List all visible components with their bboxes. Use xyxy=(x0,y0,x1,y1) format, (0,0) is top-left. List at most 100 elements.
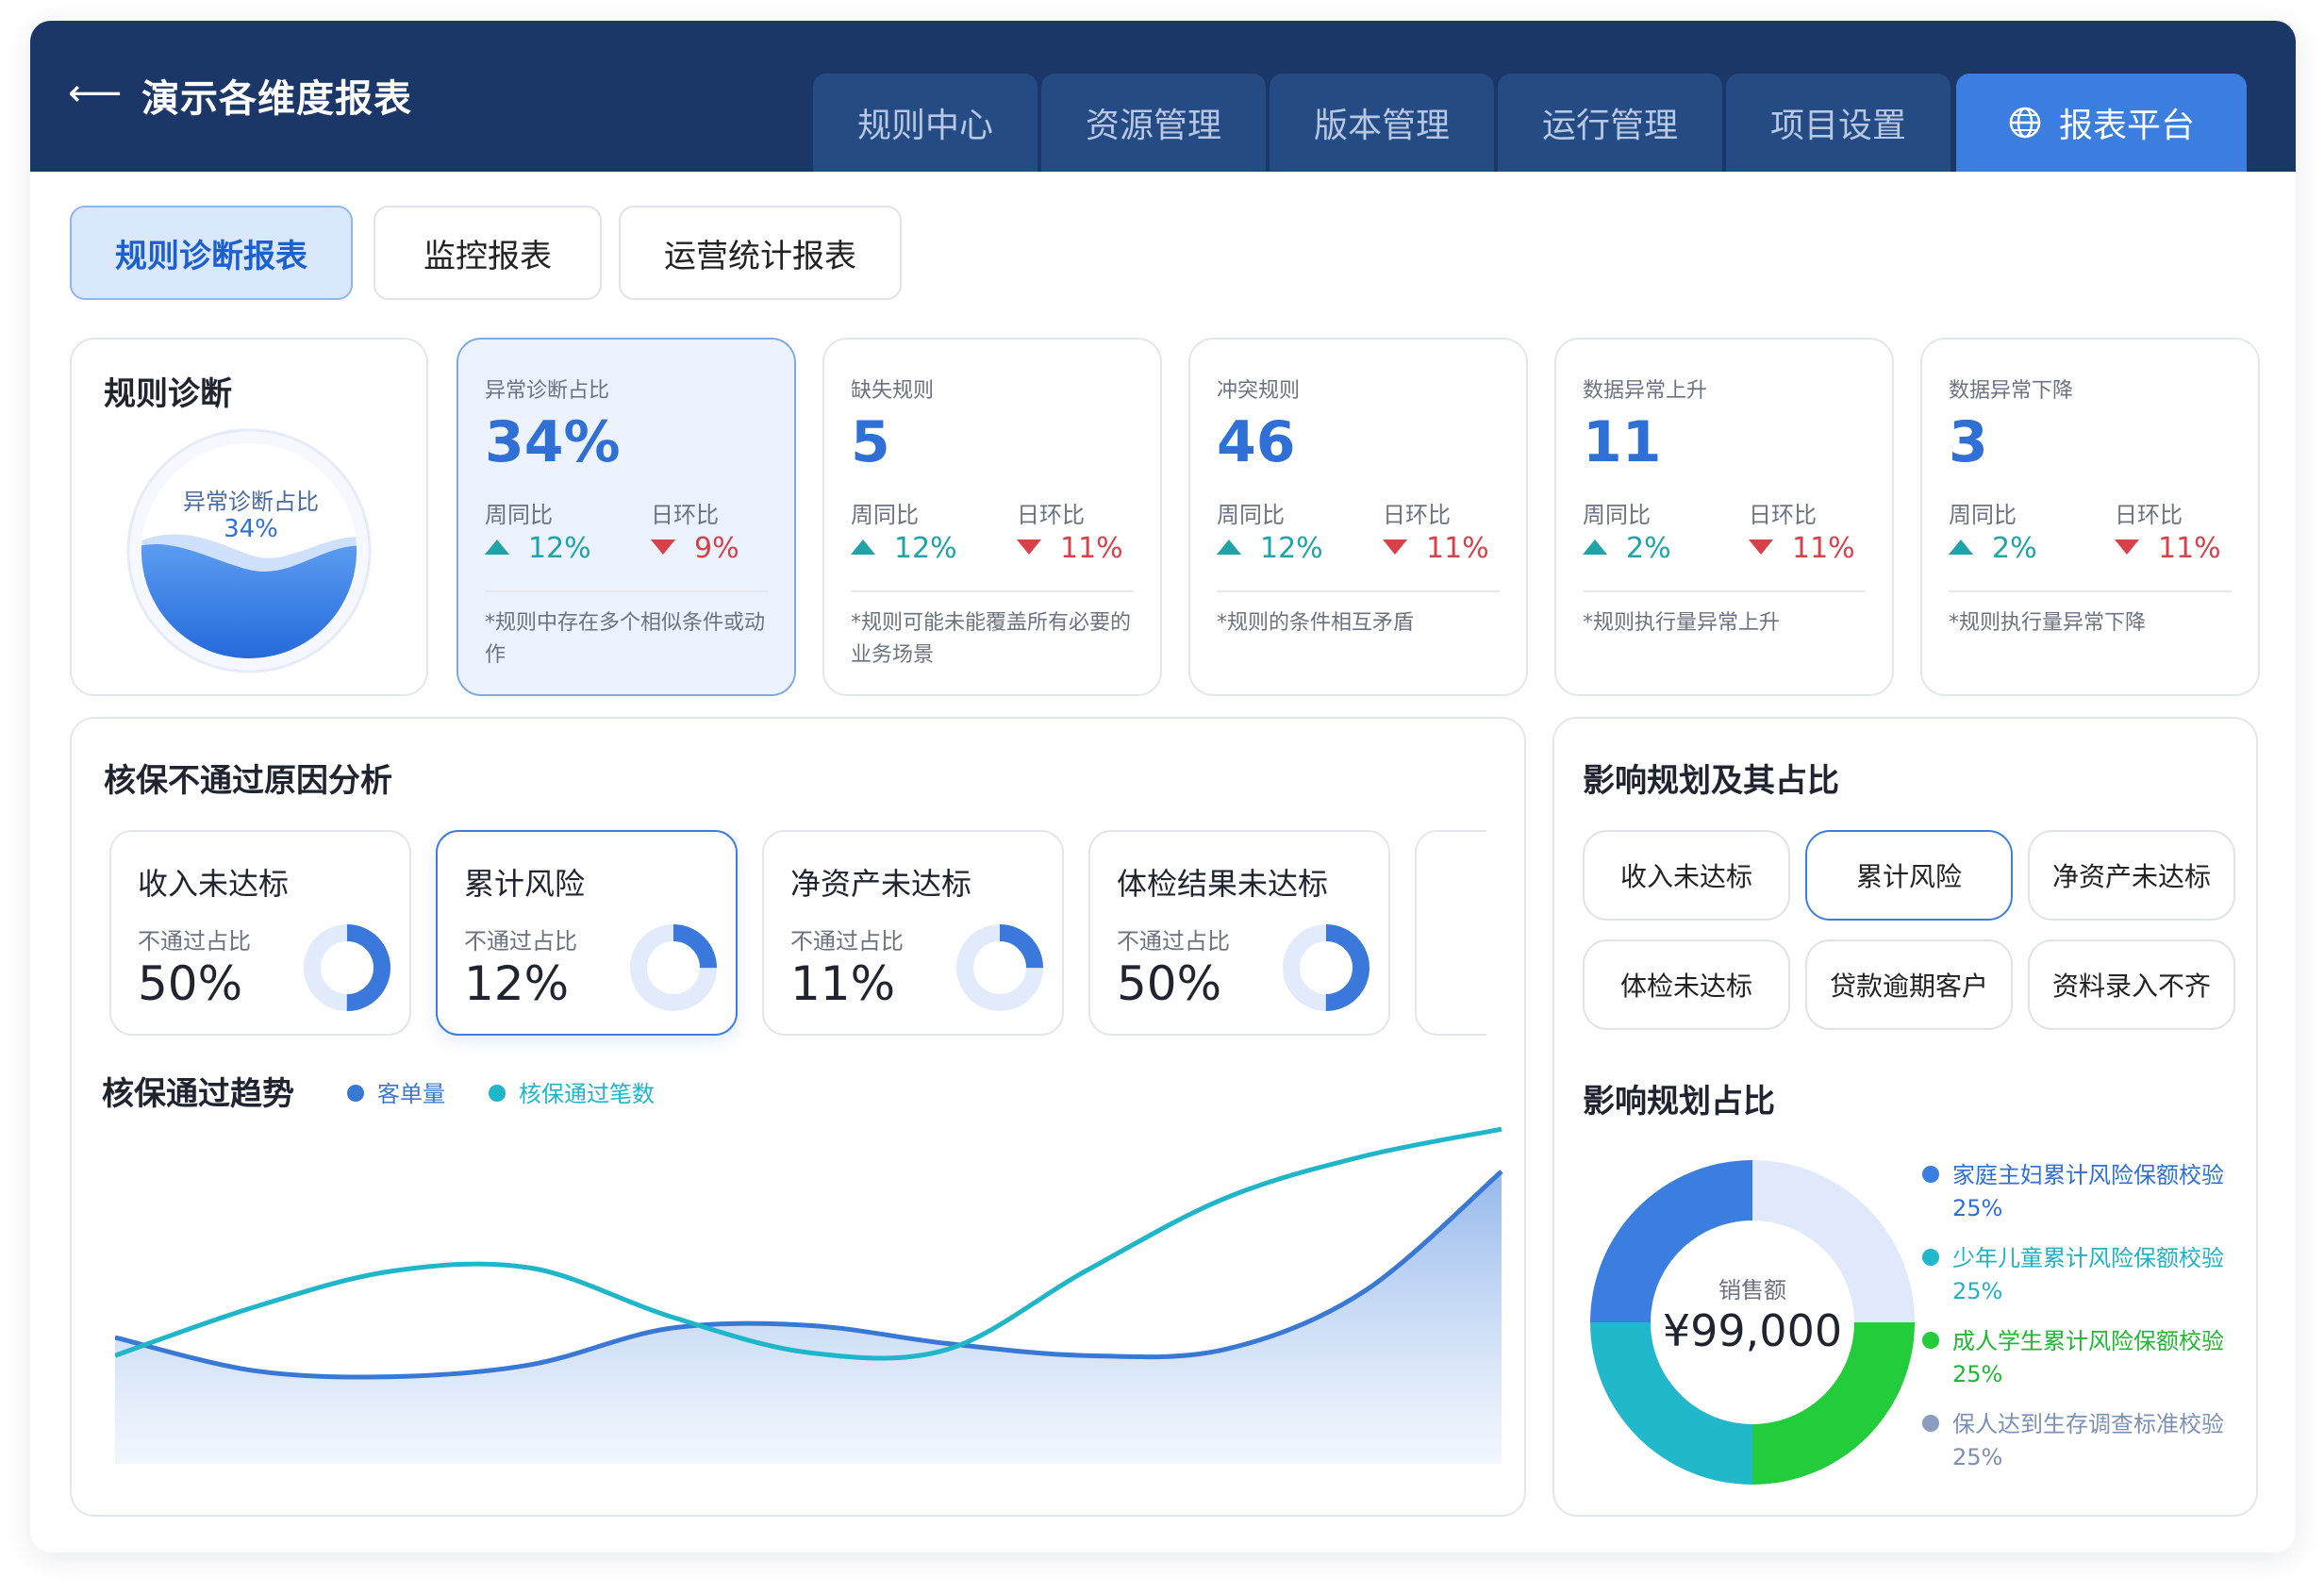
wow-value: 2% xyxy=(1992,532,2037,565)
reason-title: 体检结果未达标 xyxy=(1117,866,1329,902)
stat-card[interactable]: 冲突规则 46 周同比 日环比 12% 11% *规则的条件相互矛盾 xyxy=(1188,338,1528,696)
tab-project-settings[interactable]: 项目设置 xyxy=(1726,74,1950,172)
donut-legend-item[interactable]: 少年儿童累计风险保额校验 25% xyxy=(1922,1239,2224,1304)
wow-indicator: 12% xyxy=(1217,532,1323,565)
impact-pill-incomplete-data[interactable]: 资料录入不齐 xyxy=(2028,939,2235,1030)
reason-card-overflow[interactable] xyxy=(1415,830,1486,1036)
dod-indicator: 11% xyxy=(1017,532,1123,565)
legend-dot xyxy=(1922,1249,1939,1266)
legend-percent: 25% xyxy=(1952,1278,2003,1304)
tab-resource-management[interactable]: 资源管理 xyxy=(1041,74,1266,172)
dod-label: 日环比 xyxy=(1017,502,1085,528)
gauge-label: 异常诊断占比 xyxy=(183,489,319,515)
dod-indicator: 11% xyxy=(1749,532,1855,565)
stat-title: 缺失规则 xyxy=(851,379,935,403)
wow-value: 12% xyxy=(528,532,591,565)
globe-icon xyxy=(2009,107,2041,139)
stat-card[interactable]: 异常诊断占比 34% 周同比 日环比 12% 9% *规则中存在多个相似条件或动… xyxy=(456,338,796,696)
wow-indicator: 2% xyxy=(1949,532,2037,565)
stat-note: *规则执行量异常上升 xyxy=(1583,611,1781,635)
stat-value: 34% xyxy=(485,409,621,475)
stat-title: 数据异常上升 xyxy=(1583,379,1708,403)
donut-legend-item[interactable]: 成人学生累计风险保额校验 25% xyxy=(1922,1322,2224,1387)
stat-note: *规则的条件相互矛盾 xyxy=(1217,611,1415,635)
legend-label: 保人达到生存调查标准校验 xyxy=(1952,1411,2224,1437)
stat-title: 数据异常下降 xyxy=(1949,379,2074,403)
reason-ring xyxy=(304,924,390,1011)
wow-label: 周同比 xyxy=(1217,502,1285,528)
main-tabs: 规则中心 资源管理 版本管理 运行管理 项目设置 报表平台 xyxy=(813,74,2247,172)
reason-card-income[interactable]: 收入未达标 不通过占比 50% xyxy=(109,830,411,1036)
rule-diagnosis-title: 规则诊断 xyxy=(104,375,232,413)
legend-label: 家庭主妇累计风险保额校验 xyxy=(1952,1162,2224,1188)
wow-label: 周同比 xyxy=(851,502,919,528)
tab-rule-center[interactable]: 规则中心 xyxy=(813,74,1038,172)
wow-indicator: 12% xyxy=(485,532,591,565)
stat-title: 异常诊断占比 xyxy=(485,379,610,403)
subtab-rule-diagnosis-report[interactable]: 规则诊断报表 xyxy=(70,206,353,300)
impact-pill-income[interactable]: 收入未达标 xyxy=(1583,830,1790,921)
wow-indicator: 2% xyxy=(1583,532,1671,565)
reason-subtitle: 不通过占比 xyxy=(1117,928,1230,955)
legend-dot xyxy=(1922,1166,1939,1183)
dod-value: 9% xyxy=(694,532,739,565)
stat-note: *规则执行量异常下降 xyxy=(1949,611,2147,635)
wow-value: 12% xyxy=(1260,532,1323,565)
reason-value: 50% xyxy=(138,956,243,1011)
dod-value: 11% xyxy=(1792,532,1855,565)
wow-label: 周同比 xyxy=(1583,502,1651,528)
dod-label: 日环比 xyxy=(1383,502,1451,528)
donut-legend-item[interactable]: 家庭主妇累计风险保额校验 25% xyxy=(1922,1156,2224,1221)
donut-center-value: ¥99,000 xyxy=(1662,1305,1843,1356)
triangle-up-icon xyxy=(1583,539,1607,555)
wow-label: 周同比 xyxy=(1949,502,2017,528)
legend-label: 成人学生累计风险保额校验 xyxy=(1952,1328,2224,1354)
impact-pill-loan-overdue[interactable]: 贷款逾期客户 xyxy=(1805,939,2013,1030)
legend-label: 少年儿童累计风险保额校验 xyxy=(1952,1245,2224,1271)
stat-note: *规则可能未能覆盖所有必要的业务场景 xyxy=(851,611,1132,667)
donut-legend-item[interactable]: 保人达到生存调查标准校验 25% xyxy=(1922,1405,2224,1470)
donut-center-label: 销售额 xyxy=(1718,1277,1786,1303)
reason-card-cumulative-risk[interactable]: 累计风险 不通过占比 12% xyxy=(436,830,738,1036)
triangle-down-icon xyxy=(1017,539,1041,555)
app-window: ⟵ 演示各维度报表 规则中心 资源管理 版本管理 运行管理 项目设置 报表平台 … xyxy=(30,21,2296,1552)
subtab-monitor-report[interactable]: 监控报表 xyxy=(374,206,602,300)
triangle-down-icon xyxy=(651,539,675,555)
impact-title: 影响规划及其占比 xyxy=(1583,762,1839,800)
impact-share-title: 影响规划占比 xyxy=(1583,1083,1775,1121)
stat-value: 46 xyxy=(1217,409,1296,475)
reason-subtitle: 不通过占比 xyxy=(138,928,251,955)
dod-indicator: 11% xyxy=(1383,532,1489,565)
stat-title: 冲突规则 xyxy=(1217,379,1301,403)
subtab-operation-stats-report[interactable]: 运营统计报表 xyxy=(619,206,902,300)
triangle-down-icon xyxy=(1383,539,1407,555)
series-area-customer-count xyxy=(115,1171,1502,1464)
legend-dot xyxy=(1922,1332,1939,1349)
reason-subtitle: 不通过占比 xyxy=(464,928,577,955)
impact-pill-medical[interactable]: 体检未达标 xyxy=(1583,939,1790,1030)
reason-ring xyxy=(630,924,717,1011)
rule-diagnosis-card: 规则诊断 异常诊断占比 34% xyxy=(70,338,428,696)
wow-label: 周同比 xyxy=(485,502,553,528)
impact-pill-cumulative-risk[interactable]: 累计风险 xyxy=(1805,830,2013,921)
stat-card[interactable]: 数据异常下降 3 周同比 日环比 2% 11% *规则执行量异常下降 xyxy=(1920,338,2260,696)
divider xyxy=(851,590,1134,592)
impact-pill-net-assets[interactable]: 净资产未达标 xyxy=(2028,830,2235,921)
legend-dot xyxy=(1922,1415,1939,1432)
stat-card[interactable]: 数据异常上升 11 周同比 日环比 2% 11% *规则执行量异常上升 xyxy=(1554,338,1894,696)
reason-ring xyxy=(956,924,1043,1011)
legend-percent: 25% xyxy=(1952,1361,2003,1387)
reason-card-net-assets[interactable]: 净资产未达标 不通过占比 11% xyxy=(762,830,1064,1036)
reason-card-medical[interactable]: 体检结果未达标 不通过占比 50% xyxy=(1088,830,1390,1036)
tab-run-management[interactable]: 运行管理 xyxy=(1498,74,1722,172)
tab-version-management[interactable]: 版本管理 xyxy=(1270,74,1494,172)
dod-label: 日环比 xyxy=(651,502,719,528)
triangle-down-icon xyxy=(1749,539,1773,555)
diagnosis-gauge xyxy=(126,428,372,673)
divider xyxy=(1217,590,1500,592)
stat-card[interactable]: 缺失规则 5 周同比 日环比 12% 11% *规则可能未能覆盖所有必要的业务场… xyxy=(822,338,1162,696)
reason-title: 累计风险 xyxy=(464,866,586,902)
arrow-left-icon[interactable]: ⟵ xyxy=(68,70,122,117)
dod-value: 11% xyxy=(1426,532,1489,565)
tab-report-platform[interactable]: 报表平台 xyxy=(1956,74,2247,172)
